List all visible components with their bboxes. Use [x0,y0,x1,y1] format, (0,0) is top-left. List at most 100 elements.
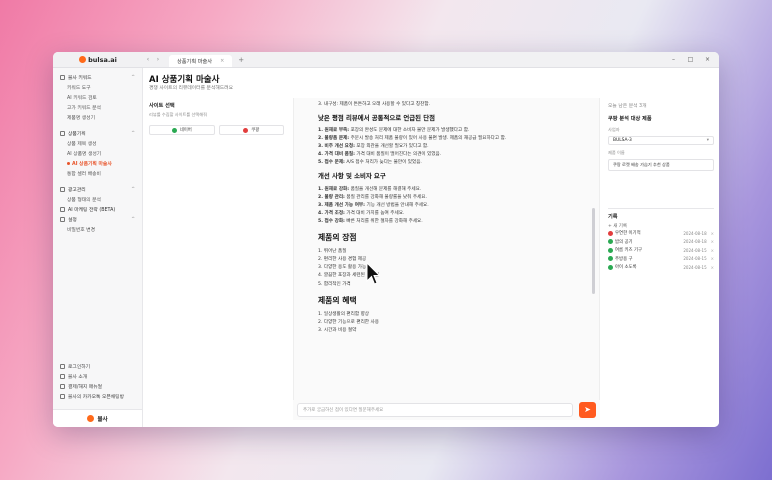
list-item: 1. 원재료 부족: 포장의 완성도 문제에 대한 소비자 불만 문제가 발생했… [318,127,575,135]
send-button[interactable]: ➤ [579,402,596,418]
site-select-panel: 사이트 선택 리뷰를 수집할 사이트를 선택해줘 네이버 쿠팡 [149,102,284,135]
site-select-desc: 리뷰를 수집할 사이트를 선택해줘 [149,112,207,117]
sidebar-group-planning[interactable]: 상품기획 ^ [53,128,142,138]
item-label: 2. 불량 관리: [318,194,345,200]
group-label: 설정 [68,217,77,223]
history-date: 2024-08-18 [683,239,707,245]
item-label: 3. 제품 개선 가능 여부: [318,202,365,208]
sidebar-item-title-gen[interactable]: 상품 제목 생성 [53,138,142,148]
history-item[interactable]: 아이 소도록 2024-08-15 × [608,263,714,272]
option-naver[interactable]: 네이버 [149,125,215,135]
chevron-up-icon: ^ [131,130,135,136]
item-label: 4. 가격 조정: [318,210,345,216]
sidebar-item-ai-keyword[interactable]: AI 키워드 검토 [53,92,142,102]
history-title: 기록 [608,214,618,220]
new-tab-button[interactable]: + [238,56,244,64]
footer-label: 블사 [97,416,108,423]
manual-link[interactable]: 결제/해지 매뉴얼 [53,381,142,391]
delete-icon[interactable]: × [711,231,714,236]
history-date: 2024-08-15 [683,264,707,270]
list-item: 3. 시간과 비용 절약 [318,327,575,335]
select-value: BULSA-3 [613,138,632,143]
sidebar-item-ai-planner[interactable]: AI 상품기획 마술사 [53,158,142,168]
item-text: 품질을 개선해 문제를 해결해 주세요. [350,186,422,192]
item-text: 5. 합리적인 가격 [318,281,351,287]
chevron-up-icon: ^ [131,186,135,192]
list-item: 1. 일상생활의 편리함 향상 [318,311,575,319]
forward-button[interactable]: › [153,56,163,63]
list-item: 3. 비주 개선 요청: 포장 외관을 개선할 필요가 있다고 함. [318,143,575,151]
kakao-link[interactable]: 블사의 카카오톡 오픈채팅방 [53,391,142,401]
sidebar: 블사 키워드 ^ 키워드 도구 AI 키워드 검토 고가 키워드 분석 제품명 생… [53,68,143,427]
list-item: 5. 접수 강화: 빠른 처리를 위한 절차를 강화해 주세요. [318,218,575,226]
link-label: 블사 소개 [68,374,88,380]
list-item: 4. 깔끔한 포장과 세련된 디자인 [318,272,575,280]
item-label: AI 상품기획 마술사 [72,161,112,167]
status-dot-icon [608,264,613,270]
sidebar-item-shipping[interactable]: 통합 셀러 배송비 [53,168,142,178]
item-label: 4. 가격 대비 품질: [318,152,355,158]
delete-icon[interactable]: × [711,239,714,244]
option-label: 네이버 [179,128,192,133]
history-name: 아이 소도록 [615,265,637,271]
close-window-icon[interactable]: × [704,56,711,63]
tab-product-planner[interactable]: 상품기획 마술사 × [169,55,233,67]
sidebar-item-product-name[interactable]: 제품명 생성기 [53,112,142,122]
item-label: 5. 접수 강화: [318,218,345,224]
list-item: 3. 제품 개선 가능 여부: 기능 개선 방법을 안내해 주세요. [318,202,575,210]
group-label: 블사 키워드 [68,75,92,81]
history-item[interactable]: 우연한 이기적 2024-08-18 × [608,229,714,238]
keyword-icon [60,74,65,80]
sidebar-group-ads[interactable]: 광고관리 ^ [53,184,142,194]
item-label: 2. 불량품 문제: [318,136,350,142]
link-label: 결제/해지 매뉴얼 [68,384,103,390]
option-label: 쿠팡 [251,128,260,133]
sidebar-group-keyword[interactable]: 블사 키워드 ^ [53,72,142,82]
close-icon[interactable]: × [220,58,224,64]
delete-icon[interactable]: × [711,248,714,253]
login-link[interactable]: 로그인하기 [53,361,142,371]
maximize-icon[interactable]: □ [687,56,694,63]
list-item: 1. 원재료 강화: 품질을 개선해 문제를 해결해 주세요. [318,186,575,194]
history-date: 2024-08-15 [683,256,707,262]
mouse-cursor-icon [366,262,380,285]
product-name-field[interactable]: 쿠팡 로켓 배송 가습기 추천 상품 [608,159,714,171]
history-item[interactable]: 밤의 공기 2024-08-18 × [608,238,714,247]
history-list: 우연한 이기적 2024-08-18 × 밤의 공기 2024-08-18 × 여름 키즈 … [608,229,714,272]
business-select[interactable]: BULSA-3 ▾ [608,136,714,145]
history-date: 2024-08-18 [683,230,707,236]
chevron-down-icon: ▾ [706,138,709,143]
section-heading: 제품의 혜택 [318,295,357,305]
remaining-count: 오늘 남은 분석 3개 [608,104,647,109]
sidebar-item-password[interactable]: 비밀번호 변경 [53,224,142,234]
list-item: 3. 다양한 용도 활용 가능 [318,264,575,272]
sidebar-item-expensive-keyword[interactable]: 고가 키워드 분석 [53,102,142,112]
item-text: 포장 외관을 개선할 필요가 있다고 함. [356,144,429,150]
about-link[interactable]: 블사 소개 [53,371,142,381]
chat-input-bar: 추가로 궁금하신 점이 있다면 질문해주세요 ➤ [293,400,600,420]
history-item[interactable]: 여름 키즈 기구 2024-08-15 × [608,246,714,255]
scrollbar[interactable] [592,208,595,294]
sidebar-item-product-analysis[interactable]: 상품 형태의 분석 [53,194,142,204]
sidebar-group-ai-marketing[interactable]: AI 마케팅 전략 (BETA) [53,204,142,214]
sidebar-group-settings[interactable]: 설정 ^ [53,214,142,224]
minimize-icon[interactable]: – [670,56,677,63]
group-label: 광고관리 [68,187,86,193]
brand-logo[interactable]: bulsa.ai [53,56,143,64]
app-window: bulsa.ai ‹ › 상품기획 마술사 × + – □ × 블사 키워드 ^ 키… [53,52,719,427]
circle-icon [243,127,249,133]
history-name: 여름 키즈 기구 [615,248,643,254]
option-coupang[interactable]: 쿠팡 [218,125,284,135]
status-dot-icon [608,239,613,245]
sidebar-item-ai-name-gen[interactable]: AI 상품명 생성기 [53,148,142,158]
sidebar-item-keyword-tool[interactable]: 키워드 도구 [53,82,142,92]
delete-icon[interactable]: × [711,265,714,270]
flame-icon [87,415,95,422]
history-item[interactable]: 주방용 구 2024-08-15 × [608,255,714,264]
right-panel: 오늘 남은 분석 3개 쿠팡 분석 대상 제품 사업자 BULSA-3 ▾ 제품 … [608,102,714,272]
back-button[interactable]: ‹ [143,56,153,63]
site-select-title: 사이트 선택 [149,103,175,109]
chat-input[interactable]: 추가로 궁금하신 점이 있다면 질문해주세요 [297,403,573,417]
history-name: 밤의 공기 [615,239,633,245]
delete-icon[interactable]: × [711,256,714,261]
